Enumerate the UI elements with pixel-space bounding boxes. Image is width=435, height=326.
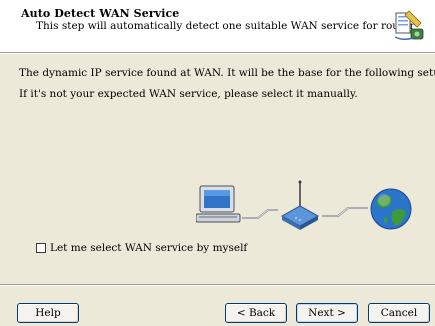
help-button[interactable]: Help [17,303,79,323]
network-illustration [196,180,412,230]
back-button[interactable]: < Back [225,303,287,323]
setup-wizard-icon [394,10,424,41]
manual-select-text: If it's not your expected WAN service, p… [19,88,358,100]
wizard-subtitle: This step will automatically detect one … [36,20,415,32]
next-button[interactable]: Next > [296,303,358,323]
footer-divider-highlight [0,285,435,286]
wizard-title: Auto Detect WAN Service [21,7,180,20]
computer-icon [196,185,241,223]
manual-select-label: Let me select WAN service by myself [50,242,248,254]
wizard-header: Auto Detect WAN Service This step will a… [0,0,435,53]
manual-select-checkbox[interactable] [36,243,46,253]
wan-found-text: The dynamic IP service found at WAN. It … [19,67,435,79]
manual-select-option[interactable]: Let me select WAN service by myself [36,241,247,255]
router-icon [280,180,320,230]
cancel-button[interactable]: Cancel [368,303,430,323]
globe-icon [370,188,412,230]
header-divider [0,53,435,54]
